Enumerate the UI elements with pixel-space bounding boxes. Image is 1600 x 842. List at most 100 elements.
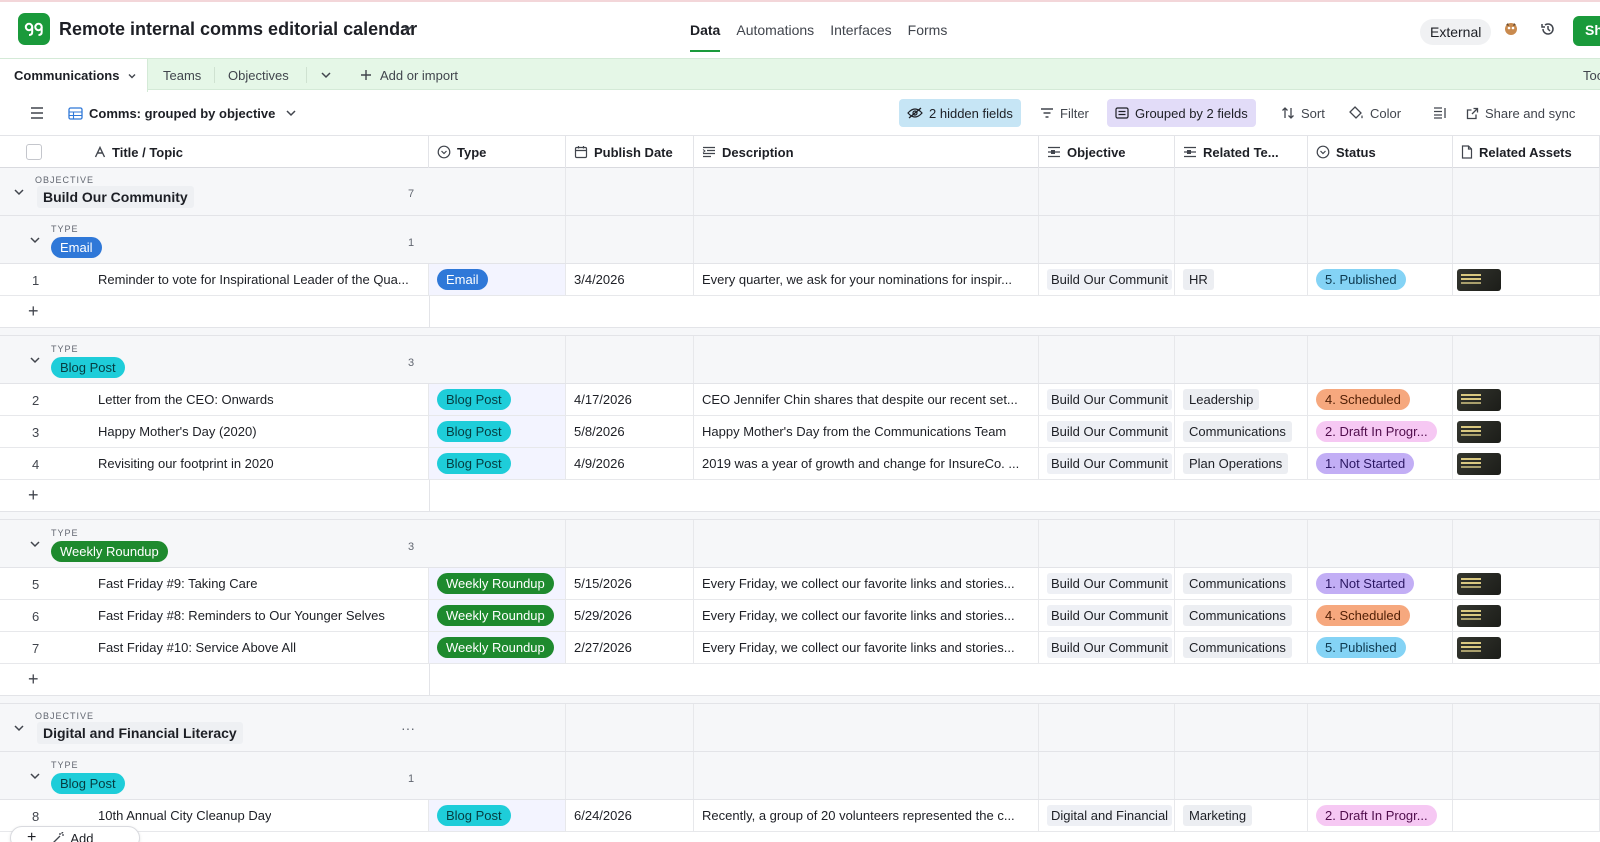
objective-cell[interactable]: Build Our Communit	[1039, 264, 1175, 295]
asset-thumbnail[interactable]	[1457, 452, 1501, 475]
view-switcher[interactable]: Comms: grouped by objective	[60, 99, 305, 127]
status-cell[interactable]: 2. Draft In Progr...	[1308, 800, 1453, 831]
table-row[interactable]: 4 Revisiting our footprint in 2020 Blog Po…	[0, 448, 1600, 480]
hidden-fields-button[interactable]: 2 hidden fields	[899, 99, 1021, 127]
related-assets-cell[interactable]	[1453, 632, 1600, 663]
related-team-cell[interactable]: Communications	[1175, 632, 1308, 663]
description-cell[interactable]: 2019 was a year of growth and change for…	[694, 448, 1039, 479]
select-all-checkbox[interactable]	[26, 144, 42, 160]
table-row[interactable]: 3 Happy Mother's Day (2020) Blog Post 5/8/2…	[0, 416, 1600, 448]
collapse-group-chevron-icon[interactable]	[13, 186, 25, 198]
type-cell[interactable]: Weekly Roundup	[429, 568, 566, 599]
related-team-cell[interactable]: Marketing	[1175, 800, 1308, 831]
related-team-cell[interactable]: Communications	[1175, 416, 1308, 447]
row-height-button[interactable]	[1425, 99, 1455, 127]
objective-cell[interactable]: Build Our Communit	[1039, 416, 1175, 447]
type-cell[interactable]: Blog Post	[429, 448, 566, 479]
description-cell[interactable]: Happy Mother's Day from the Communicatio…	[694, 416, 1039, 447]
table-row[interactable]: 8 10th Annual City Cleanup Day Blog Post 6/…	[0, 800, 1600, 832]
column-header-type[interactable]: Type	[429, 136, 566, 168]
related-assets-cell[interactable]	[1453, 568, 1600, 599]
more-tables-button[interactable]	[320, 59, 332, 91]
description-cell[interactable]: CEO Jennifer Chin shares that despite ou…	[694, 384, 1039, 415]
objective-cell[interactable]: Build Our Communit	[1039, 600, 1175, 631]
chevron-down-icon[interactable]	[402, 22, 414, 34]
tab-forms[interactable]: Forms	[908, 22, 948, 38]
collapse-group-chevron-icon[interactable]	[29, 354, 41, 366]
tab-interfaces[interactable]: Interfaces	[830, 22, 891, 38]
add-record-plus-icon[interactable]: +	[28, 301, 39, 322]
group-button[interactable]: Grouped by 2 fields	[1107, 99, 1256, 127]
collapse-group-chevron-icon[interactable]	[13, 722, 25, 734]
type-cell[interactable]: Blog Post	[429, 800, 566, 831]
group-more-button[interactable]: ···	[401, 720, 415, 736]
description-cell[interactable]: Every Friday, we collect our favorite li…	[694, 632, 1039, 663]
asset-thumbnail[interactable]	[1457, 268, 1501, 291]
table-tab-objectives[interactable]: Objectives	[228, 59, 289, 91]
objective-cell[interactable]: Digital and Financial	[1039, 800, 1175, 831]
status-cell[interactable]: 1. Not Started	[1308, 448, 1453, 479]
base-logo-icon[interactable]	[18, 13, 50, 45]
status-cell[interactable]: 2. Draft In Progr...	[1308, 416, 1453, 447]
title-cell[interactable]: Happy Mother's Day (2020)	[0, 416, 429, 447]
tab-automations[interactable]: Automations	[736, 22, 814, 38]
history-icon[interactable]	[1540, 21, 1556, 37]
asset-thumbnail[interactable]	[1457, 604, 1501, 627]
table-row[interactable]: 7 Fast Friday #10: Service Above All Weekl…	[0, 632, 1600, 664]
title-cell[interactable]: Reminder to vote for Inspirational Leade…	[0, 264, 429, 295]
publish-date-cell[interactable]: 3/4/2026	[566, 264, 694, 295]
related-assets-cell[interactable]	[1453, 416, 1600, 447]
asset-thumbnail[interactable]	[1457, 388, 1501, 411]
publish-date-cell[interactable]: 6/24/2026	[566, 800, 694, 831]
column-header-status[interactable]: Status	[1308, 136, 1453, 168]
objective-cell[interactable]: Build Our Communit	[1039, 448, 1175, 479]
related-assets-cell[interactable]	[1453, 448, 1600, 479]
publish-date-cell[interactable]: 5/29/2026	[566, 600, 694, 631]
table-row[interactable]: 5 Fast Friday #9: Taking Care Weekly Round…	[0, 568, 1600, 600]
asset-thumbnail[interactable]	[1457, 636, 1501, 659]
add-or-import-button[interactable]: Add or import	[360, 59, 458, 91]
tools-button[interactable]: Too	[1583, 59, 1600, 91]
description-cell[interactable]: Every Friday, we collect our favorite li…	[694, 600, 1039, 631]
objective-cell[interactable]: Build Our Communit	[1039, 384, 1175, 415]
add-record-plus-icon[interactable]: +	[28, 485, 39, 506]
asset-thumbnail[interactable]	[1457, 420, 1501, 443]
objective-cell[interactable]: Build Our Communit	[1039, 568, 1175, 599]
column-header-related-teams[interactable]: Related Te...	[1175, 136, 1308, 168]
publish-date-cell[interactable]: 4/9/2026	[566, 448, 694, 479]
title-cell[interactable]: Fast Friday #9: Taking Care	[0, 568, 429, 599]
description-cell[interactable]: Every Friday, we collect our favorite li…	[694, 568, 1039, 599]
add-button[interactable]: Add	[52, 831, 93, 842]
related-team-cell[interactable]: Communications	[1175, 600, 1308, 631]
title-cell[interactable]: Revisiting our footprint in 2020	[0, 448, 429, 479]
plus-icon[interactable]: +	[27, 829, 36, 842]
share-button[interactable]: Sh	[1573, 16, 1600, 46]
related-team-cell[interactable]: Leadership	[1175, 384, 1308, 415]
asset-thumbnail[interactable]	[1457, 572, 1501, 595]
publish-date-cell[interactable]: 5/15/2026	[566, 568, 694, 599]
column-header-objective[interactable]: Objective	[1039, 136, 1175, 168]
share-and-sync-button[interactable]: Share and sync	[1458, 99, 1583, 127]
publish-date-cell[interactable]: 4/17/2026	[566, 384, 694, 415]
related-assets-cell[interactable]	[1453, 600, 1600, 631]
type-cell[interactable]: Weekly Roundup	[429, 632, 566, 663]
related-team-cell[interactable]: Plan Operations	[1175, 448, 1308, 479]
publish-date-cell[interactable]: 2/27/2026	[566, 632, 694, 663]
title-cell[interactable]: Fast Friday #10: Service Above All	[0, 632, 429, 663]
table-tab-communications[interactable]: Communications	[0, 59, 149, 92]
type-cell[interactable]: Weekly Roundup	[429, 600, 566, 631]
sort-button[interactable]: Sort	[1273, 99, 1333, 127]
column-header-description[interactable]: Description	[694, 136, 1039, 168]
table-row[interactable]: 1 Reminder to vote for Inspirational Lead…	[0, 264, 1600, 296]
column-header-publish-date[interactable]: Publish Date	[566, 136, 694, 168]
status-cell[interactable]: 5. Published	[1308, 264, 1453, 295]
collapse-group-chevron-icon[interactable]	[29, 538, 41, 550]
related-assets-cell[interactable]	[1453, 384, 1600, 415]
column-header-title[interactable]: Title / Topic	[0, 136, 429, 168]
table-row[interactable]: 2 Letter from the CEO: Onwards Blog Post 4/…	[0, 384, 1600, 416]
tab-data[interactable]: Data	[690, 22, 721, 52]
color-button[interactable]: Color	[1341, 99, 1409, 127]
description-cell[interactable]: Recently, a group of 20 volunteers repre…	[694, 800, 1039, 831]
related-assets-cell[interactable]	[1453, 264, 1600, 295]
collapse-group-chevron-icon[interactable]	[29, 234, 41, 246]
